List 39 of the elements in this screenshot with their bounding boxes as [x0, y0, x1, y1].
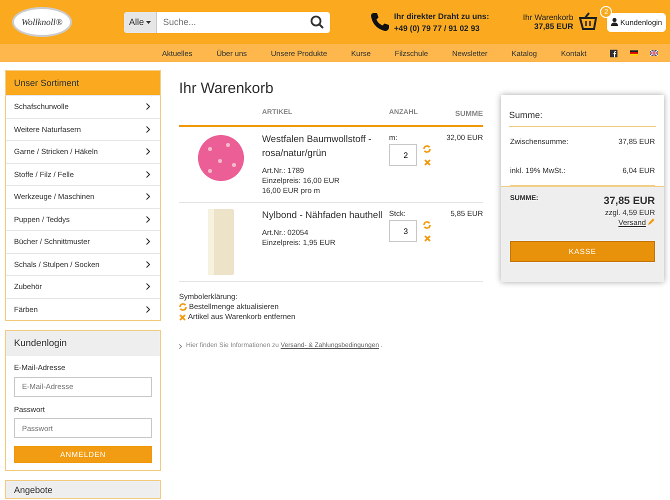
thread-spool-photo — [206, 209, 236, 275]
quantity-field[interactable]: 3 — [389, 220, 417, 242]
chevron-icon — [146, 170, 150, 178]
user-icon — [611, 18, 618, 26]
remove-icon — [179, 314, 186, 320]
summary-title: Summe: — [509, 95, 656, 127]
facebook-icon[interactable] — [610, 48, 618, 58]
logo[interactable]: Wollknoll® — [12, 7, 72, 37]
cart-label[interactable]: Ihr Warenkorb — [522, 13, 574, 22]
phone-icon — [370, 12, 390, 32]
offers-heading: Angebote — [6, 481, 160, 498]
chevron-icon — [146, 216, 150, 223]
fabric-photo — [198, 135, 244, 181]
sidebar-heading: Unser Sortiment — [6, 71, 160, 95]
refresh-icon — [179, 303, 187, 311]
uk-flag-icon[interactable] — [650, 49, 658, 57]
german-flag-icon[interactable] — [630, 49, 638, 57]
hotline-label: Ihr direkter Draht zu uns: — [394, 12, 490, 20]
chevron-icon — [179, 344, 182, 349]
product-name[interactable]: Nylbond - Nähfaden hauthell — [262, 209, 389, 223]
login-heading: Kundenlogin — [6, 331, 160, 356]
hotline-phone: +49 (0) 79 77 / 91 02 93 — [394, 24, 481, 32]
chevron-icon — [146, 306, 150, 313]
page-title: Ihr Warenkorb — [179, 80, 274, 97]
search-field[interactable]: Alle Suche... — [124, 12, 330, 32]
search-icon[interactable] — [310, 15, 324, 29]
chevron-icon — [146, 103, 150, 110]
chevron-icon — [146, 260, 150, 268]
chevron-icon — [146, 238, 150, 246]
cart-total: 37,85 EUR — [533, 22, 574, 31]
caret-icon — [146, 20, 152, 24]
chevron-icon — [146, 126, 150, 133]
chevron-icon — [146, 193, 150, 200]
product-name[interactable]: Westfalen Baumwollstoff - rosa/natur/grün — [262, 133, 389, 161]
total-value: 37,85 EUR — [604, 195, 655, 207]
quantity-field[interactable]: 2 — [389, 144, 417, 166]
chevron-icon — [146, 283, 150, 290]
category-dropdown[interactable]: Alle — [124, 12, 158, 32]
chevron-icon — [146, 148, 150, 156]
